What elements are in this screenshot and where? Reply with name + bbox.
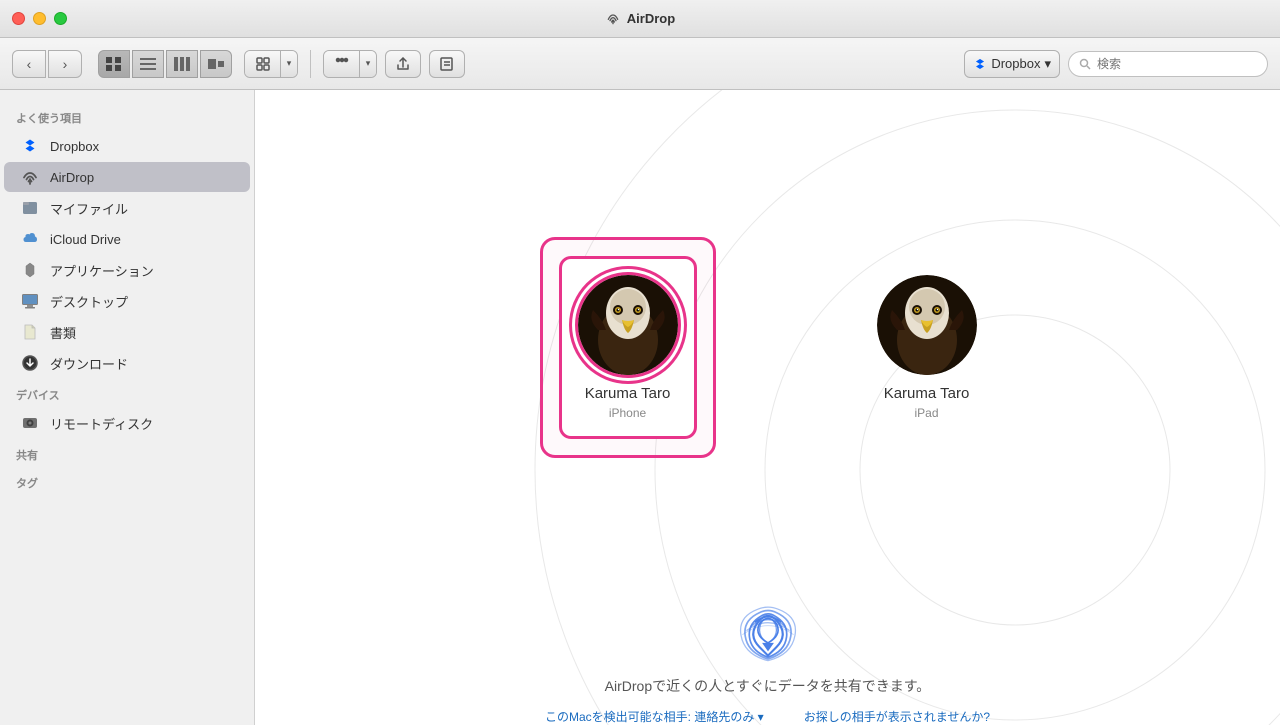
sidebar-item-applications-label: アプリケーション: [50, 261, 154, 280]
sidebar-item-documents[interactable]: 書類: [4, 317, 250, 347]
device-iphone-avatar: [578, 275, 678, 375]
sidebar-item-airdrop-label: AirDrop: [50, 170, 94, 185]
back-button[interactable]: ‹: [12, 50, 46, 78]
content-area: Karuma Taro iPhone: [255, 90, 1280, 725]
desktop-icon: [20, 291, 40, 311]
sidebar-item-dropbox-label: Dropbox: [50, 139, 99, 154]
not-found-link[interactable]: お探しの相手が表示されませんか?: [804, 708, 990, 725]
dropbox-arrow: ▾: [1044, 56, 1051, 72]
sidebar-item-remotedisk[interactable]: リモートディスク: [4, 408, 250, 438]
sidebar-item-myfiles-label: マイファイル: [50, 199, 128, 218]
sidebar-item-downloads-label: ダウンロード: [50, 354, 128, 373]
device-iphone-type: iPhone: [609, 406, 646, 420]
downloads-icon: [20, 353, 40, 373]
search-input[interactable]: [1097, 57, 1247, 71]
devices-area: Karuma Taro iPhone: [255, 90, 1280, 605]
device-ipad-name: Karuma Taro: [884, 385, 970, 402]
view-list-button[interactable]: [132, 50, 164, 78]
arrange-button[interactable]: ▾: [244, 50, 298, 78]
sidebar: よく使う項目 Dropbox AirDrop: [0, 90, 255, 725]
device-iphone[interactable]: Karuma Taro iPhone: [543, 240, 713, 455]
sidebar-item-myfiles[interactable]: マイファイル: [4, 193, 250, 223]
remotedisk-icon: [20, 413, 40, 433]
view-extra-group: ▾: [244, 50, 298, 78]
icloud-icon: [20, 229, 40, 249]
forward-button[interactable]: ›: [48, 50, 82, 78]
main-layout: よく使う項目 Dropbox AirDrop: [0, 90, 1280, 725]
view-cover-button[interactable]: [200, 50, 232, 78]
airdrop-description: AirDropで近くの人とすぐにデータを共有できます。: [605, 676, 931, 696]
window-title: AirDrop: [605, 11, 675, 27]
maximize-button[interactable]: [54, 12, 67, 25]
window-title-text: AirDrop: [627, 11, 675, 26]
sidebar-item-icloud-label: iCloud Drive: [50, 232, 121, 247]
sidebar-item-airdrop[interactable]: AirDrop: [4, 162, 250, 192]
device-iphone-name: Karuma Taro: [585, 385, 671, 402]
discoverable-link[interactable]: このMacを検出可能な相手: 連絡先のみ ▾: [545, 708, 764, 725]
sidebar-item-desktop[interactable]: デスクトップ: [4, 286, 250, 316]
tag-button[interactable]: [429, 50, 465, 78]
dropbox-button[interactable]: Dropbox ▾: [964, 50, 1060, 78]
airdrop-radio-icon: [728, 605, 808, 664]
sidebar-item-dropbox[interactable]: Dropbox: [4, 131, 250, 161]
device-ipad-type: iPad: [914, 406, 938, 420]
airdrop-sidebar-icon: [20, 167, 40, 187]
dropbox-label: Dropbox: [991, 56, 1040, 71]
device-ipad-avatar: [877, 275, 977, 375]
bottom-info: AirDropで近くの人とすぐにデータを共有できます。 このMacを検出可能な相…: [255, 605, 1280, 725]
documents-icon: [20, 322, 40, 342]
sidebar-item-remotedisk-label: リモートディスク: [50, 414, 153, 433]
close-button[interactable]: [12, 12, 25, 25]
share-button[interactable]: [385, 50, 421, 78]
search-icon: [1079, 58, 1091, 70]
applications-icon: [20, 260, 40, 280]
eagle-avatar-iphone: [578, 275, 678, 375]
airdrop-title-icon: [605, 11, 621, 27]
eagle-avatar-ipad: [877, 275, 977, 375]
sidebar-item-downloads[interactable]: ダウンロード: [4, 348, 250, 378]
window-controls: [12, 12, 67, 25]
action-button[interactable]: ▾: [323, 50, 377, 78]
titlebar: AirDrop: [0, 0, 1280, 38]
toolbar-separator-1: [310, 50, 311, 78]
search-box[interactable]: [1068, 51, 1268, 77]
nav-buttons: ‹ ›: [12, 50, 82, 78]
bottom-links: このMacを検出可能な相手: 連絡先のみ ▾ お探しの相手が表示されませんか?: [545, 708, 990, 725]
dropbox-icon: [973, 57, 987, 71]
view-icon-button[interactable]: [98, 50, 130, 78]
sidebar-section-shared: 共有: [0, 439, 254, 467]
myfiles-icon: [20, 198, 40, 218]
view-mode-group: [98, 50, 232, 78]
minimize-button[interactable]: [33, 12, 46, 25]
sidebar-section-tags: タグ: [0, 467, 254, 495]
sidebar-item-documents-label: 書類: [50, 323, 76, 342]
sidebar-item-desktop-label: デスクトップ: [50, 292, 128, 311]
toolbar: ‹ › ▾: [0, 38, 1280, 90]
view-column-button[interactable]: [166, 50, 198, 78]
sidebar-item-applications[interactable]: アプリケーション: [4, 255, 250, 285]
sidebar-section-devices: デバイス: [0, 379, 254, 407]
sidebar-item-icloud[interactable]: iCloud Drive: [4, 224, 250, 254]
device-ipad[interactable]: Karuma Taro iPad: [877, 275, 977, 420]
sidebar-section-favorites: よく使う項目: [0, 102, 254, 130]
dropbox-sidebar-icon: [20, 136, 40, 156]
